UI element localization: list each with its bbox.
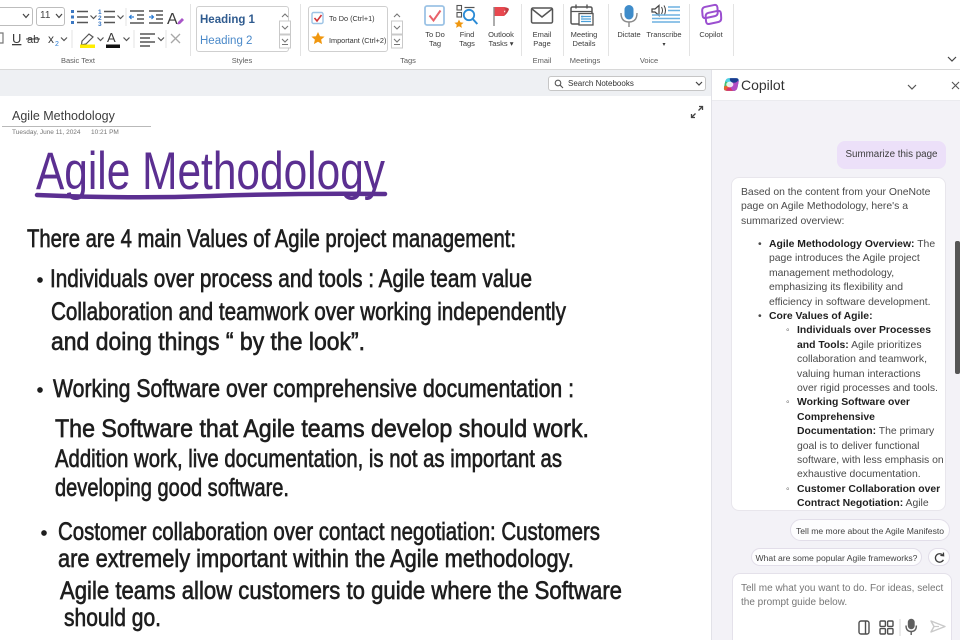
svg-text:developing good software.: developing good software. (55, 474, 289, 502)
svg-text:There are 4 main Values of Agi: There are 4 main Values of Agile project… (27, 225, 516, 253)
svg-text:Agile teams allow customers to: Agile teams allow customers to guide whe… (60, 577, 622, 605)
svg-text:ab: ab (27, 34, 39, 46)
svg-text:Costomer collaboration over co: Costomer collaboration over contact nego… (58, 518, 600, 546)
svg-text:3: 3 (98, 21, 102, 28)
svg-text:U: U (12, 31, 21, 46)
svg-text:A: A (107, 30, 116, 45)
svg-text:and doing things “ by the look: and doing things “ by the look”. (51, 328, 365, 356)
svg-text:2: 2 (55, 41, 59, 48)
svg-text:should go.: should go. (64, 604, 161, 632)
svg-text:The Software that Agile teams: The Software that Agile teams develop sh… (55, 415, 589, 443)
svg-text:Working Software over comprehe: Working Software over comprehensive docu… (53, 375, 574, 403)
svg-text:x: x (48, 32, 54, 46)
svg-text:are extremely important within: are extremely important within the Agile… (58, 545, 574, 573)
svg-text:Individuals over process and t: Individuals over process and tools : Agi… (50, 265, 532, 293)
svg-text:Addition work, live documentat: Addition work, live documentation, is no… (55, 445, 562, 473)
svg-text:Collaboration and teamwork ove: Collaboration and teamwork over working … (51, 298, 566, 326)
svg-text:A: A (167, 11, 178, 28)
